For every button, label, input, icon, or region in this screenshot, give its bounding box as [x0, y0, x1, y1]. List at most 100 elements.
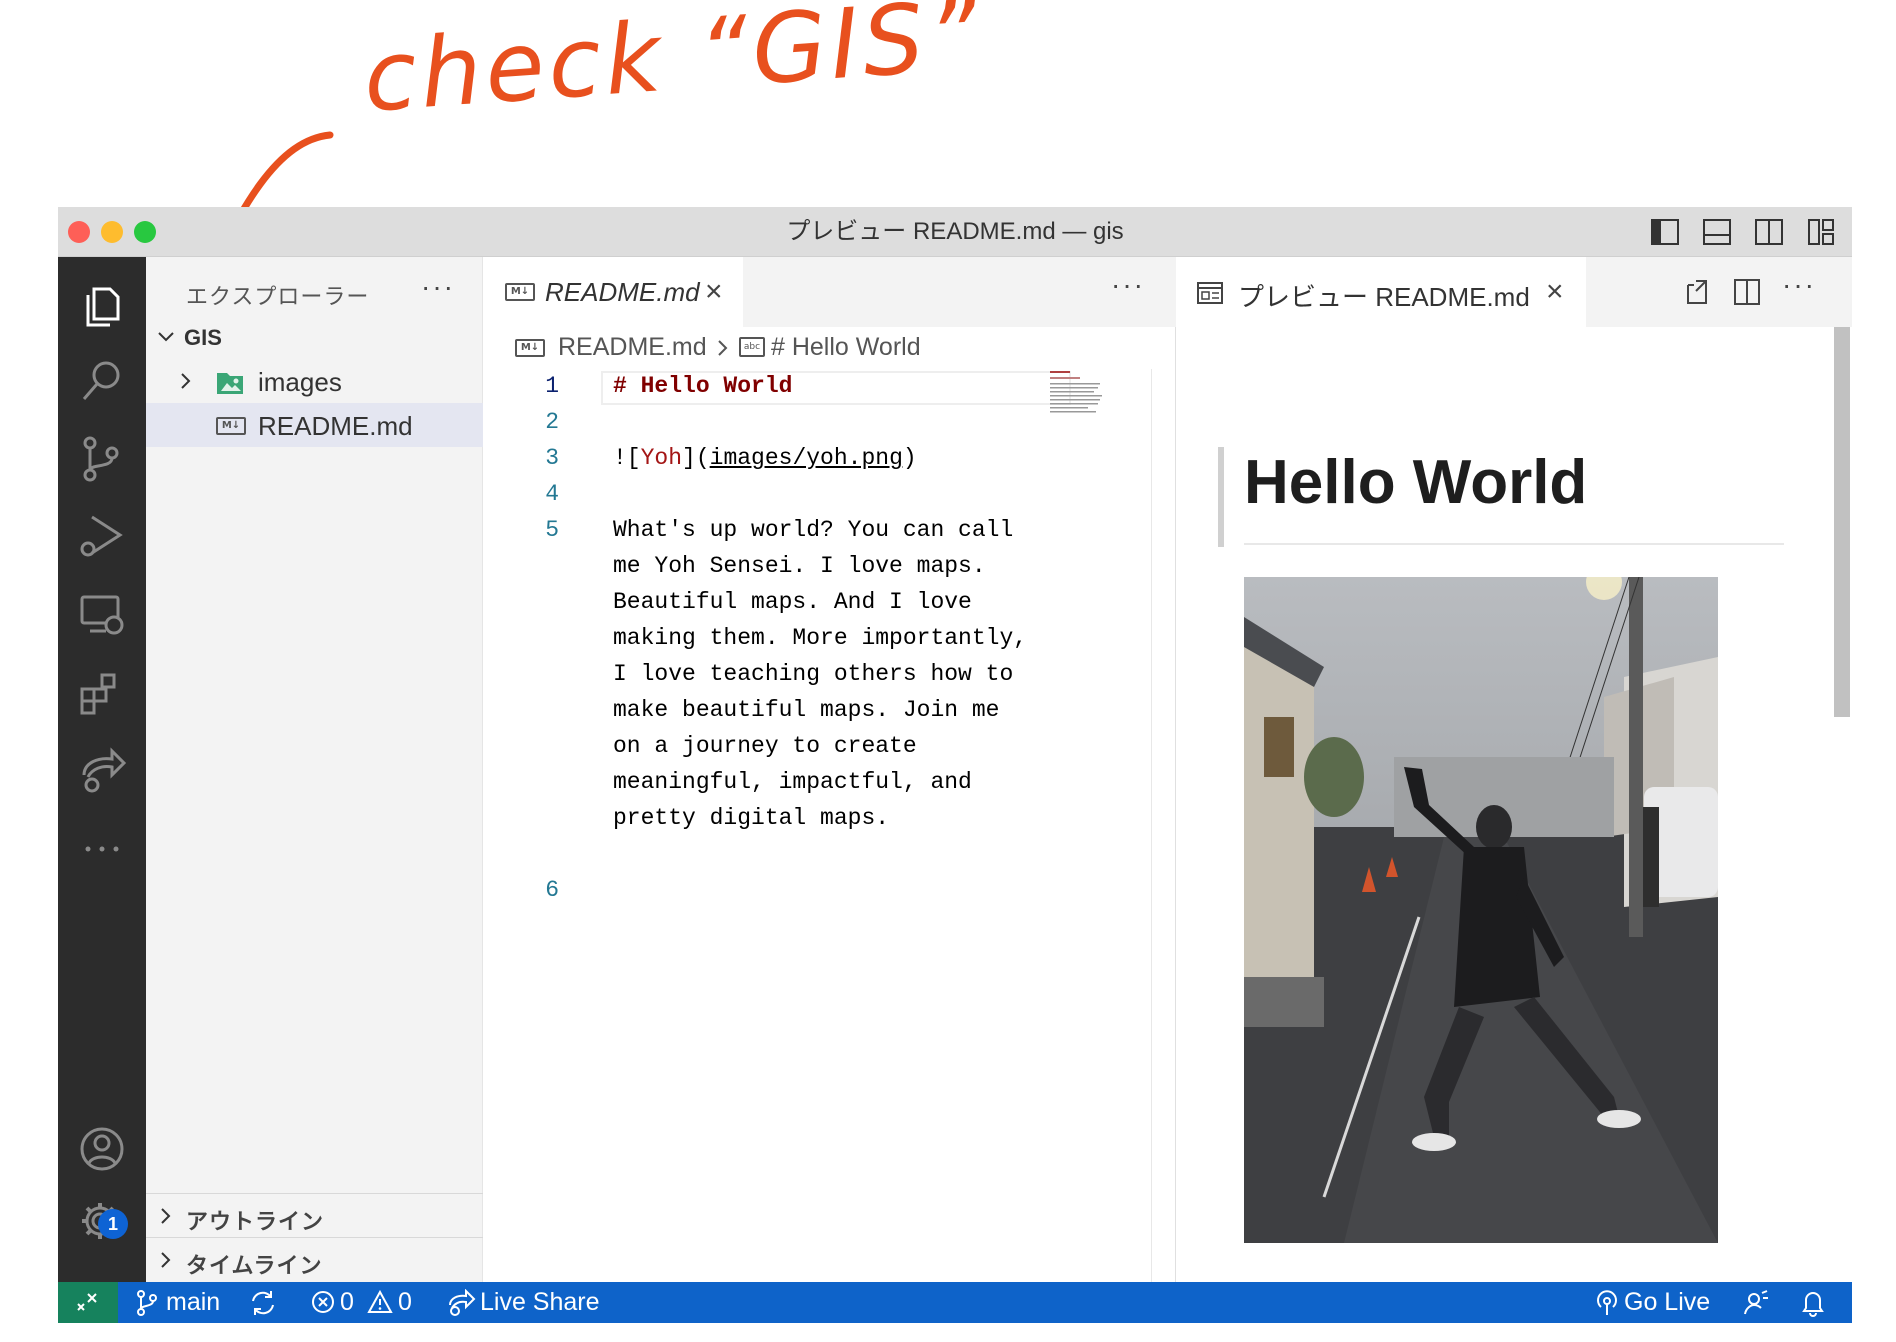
- remote-icon: [77, 1293, 97, 1311]
- toggle-primary-sidebar-icon[interactable]: [1650, 217, 1680, 247]
- code-line-5-wrap: What's up world? You can call: [613, 517, 1014, 543]
- line-number: 2: [545, 409, 559, 435]
- tree-item-readme-file[interactable]: M↓ README.md: [146, 403, 483, 447]
- code-line-5-wrap: Beautiful maps. And I love: [613, 589, 972, 615]
- remote-indicator-button[interactable]: [58, 1282, 118, 1323]
- code-line-5-wrap: on a journey to create: [613, 733, 917, 759]
- go-live-broadcast-icon: [1597, 1290, 1617, 1315]
- heading-divider: [1244, 543, 1784, 545]
- line-number: 4: [545, 481, 559, 507]
- annotation-text: check “GIS”: [360, 0, 985, 134]
- markdown-file-icon: M↓: [505, 283, 535, 301]
- editor-scrollbar[interactable]: [1151, 369, 1152, 1282]
- settings-update-badge: 1: [98, 1209, 128, 1239]
- timeline-section[interactable]: タイムライン: [146, 1237, 483, 1281]
- git-branch-button[interactable]: main: [166, 1288, 220, 1317]
- line-number: 5: [545, 517, 559, 543]
- tab-readme-source[interactable]: M↓ README.md ×: [483, 257, 743, 327]
- status-bar: main 0 0 Live Share Go Live: [58, 1282, 1852, 1323]
- code-token: ](: [682, 445, 710, 471]
- code-token: ![: [613, 445, 641, 471]
- live-share-button[interactable]: Live Share: [480, 1288, 600, 1317]
- go-live-button[interactable]: Go Live: [1624, 1288, 1710, 1317]
- search-icon[interactable]: [76, 355, 128, 407]
- toggle-panel-icon[interactable]: [1702, 217, 1732, 247]
- breadcrumb-file[interactable]: README.md: [558, 333, 707, 362]
- feedback-icon[interactable]: [1742, 1289, 1770, 1317]
- warning-count[interactable]: 0: [398, 1288, 412, 1317]
- heading-selection-marker: [1218, 447, 1224, 547]
- editor-group-preview: プレビュー README.md × ··· Hello World: [1176, 257, 1852, 1282]
- code-line-3: ![Yoh](images/yoh.png): [613, 445, 917, 471]
- preview-tabs: プレビュー README.md × ···: [1176, 257, 1852, 327]
- editor-tabs: M↓ README.md × ···: [483, 257, 1176, 327]
- code-token-link-text: Yoh: [640, 445, 683, 471]
- sync-icon[interactable]: [248, 1289, 278, 1317]
- markdown-file-icon: M↓: [216, 417, 246, 435]
- folder-image-icon: [217, 373, 243, 394]
- code-token: ): [902, 445, 917, 471]
- tab-label: プレビュー README.md: [1238, 282, 1530, 312]
- tree-item-label: images: [258, 367, 342, 397]
- screenshot: check “GIS” プレビュー README.md — gis 1 エクスプ…: [0, 0, 1896, 1342]
- preview-more-actions-button[interactable]: ···: [1782, 269, 1816, 301]
- open-source-icon[interactable]: [1682, 277, 1712, 307]
- warning-icon: [367, 1289, 393, 1313]
- split-editor-icon[interactable]: [1732, 277, 1762, 307]
- preview-scrollbar-thumb[interactable]: [1834, 327, 1850, 717]
- close-tab-icon[interactable]: ×: [1546, 275, 1564, 309]
- preview-icon: [1197, 282, 1223, 304]
- source-control-icon[interactable]: [76, 433, 128, 485]
- chevron-right-icon: [161, 1208, 171, 1224]
- vscode-window: プレビュー README.md — gis 1 エクスプローラー ··· GIS…: [58, 207, 1852, 1323]
- extensions-icon[interactable]: [76, 667, 128, 719]
- title-bar: プレビュー README.md — gis: [58, 207, 1852, 257]
- tree-item-label: README.md: [258, 411, 413, 441]
- chevron-right-icon: [161, 1252, 171, 1268]
- remote-explorer-icon[interactable]: [76, 589, 128, 641]
- notifications-bell-icon[interactable]: [1800, 1289, 1826, 1317]
- git-branch-icon: [137, 1290, 157, 1316]
- annotation: check “GIS”: [0, 0, 1896, 330]
- close-tab-icon[interactable]: ×: [705, 275, 723, 309]
- code-line-5-wrap: making them. More importantly,: [613, 625, 1028, 651]
- string-symbol-icon: abc: [739, 337, 765, 357]
- live-share-status-icon: [449, 1289, 476, 1316]
- more-views-icon[interactable]: [76, 823, 128, 875]
- chevron-right-icon: [181, 373, 191, 389]
- outline-section[interactable]: アウトライン: [146, 1193, 483, 1237]
- code-line-1: # Hello World: [613, 373, 793, 399]
- tree-item-images-folder[interactable]: images: [146, 359, 483, 403]
- explorer-sidebar: エクスプローラー ··· GIS images M↓ README.md アウト…: [146, 257, 483, 1282]
- breadcrumb: M↓ README.md abc # Hello World: [483, 327, 1176, 367]
- code-line-5-wrap: meaningful, impactful, and: [613, 769, 972, 795]
- error-count[interactable]: 0: [340, 1288, 354, 1317]
- error-icon: [312, 1291, 334, 1313]
- timeline-section-label: タイムライン: [186, 1253, 323, 1278]
- outline-section-label: アウトライン: [186, 1209, 325, 1234]
- line-number: 1: [545, 373, 559, 399]
- customize-layout-icon[interactable]: [1806, 217, 1836, 247]
- activity-bar: 1: [58, 257, 146, 1282]
- workspace-root-label: GIS: [184, 325, 222, 350]
- line-number: 6: [545, 877, 559, 903]
- tab-label: README.md: [545, 277, 700, 307]
- breadcrumb-separator-icon: [718, 340, 728, 356]
- code-line-5-wrap: make beautiful maps. Join me: [613, 697, 1000, 723]
- markdown-file-icon: M↓: [515, 339, 545, 357]
- workspace-root-folder[interactable]: GIS: [146, 317, 483, 357]
- live-share-icon[interactable]: [76, 745, 128, 797]
- toggle-secondary-sidebar-icon[interactable]: [1754, 217, 1784, 247]
- run-debug-icon[interactable]: [76, 511, 128, 563]
- accounts-icon[interactable]: [76, 1123, 128, 1175]
- minimap[interactable]: [1048, 369, 1108, 419]
- window-title: プレビュー README.md — gis: [786, 218, 1124, 245]
- explorer-more-actions-button[interactable]: ···: [421, 271, 455, 303]
- code-line-5-wrap: me Yoh Sensei. I love maps.: [613, 553, 986, 579]
- preview-heading: Hello World: [1244, 448, 1588, 517]
- editor-more-actions-button[interactable]: ···: [1111, 269, 1145, 301]
- explorer-icon[interactable]: [76, 279, 128, 331]
- code-token-link-url: images/yoh.png: [709, 445, 903, 471]
- breadcrumb-symbol[interactable]: # Hello World: [771, 333, 921, 362]
- tab-readme-preview[interactable]: プレビュー README.md ×: [1176, 257, 1586, 327]
